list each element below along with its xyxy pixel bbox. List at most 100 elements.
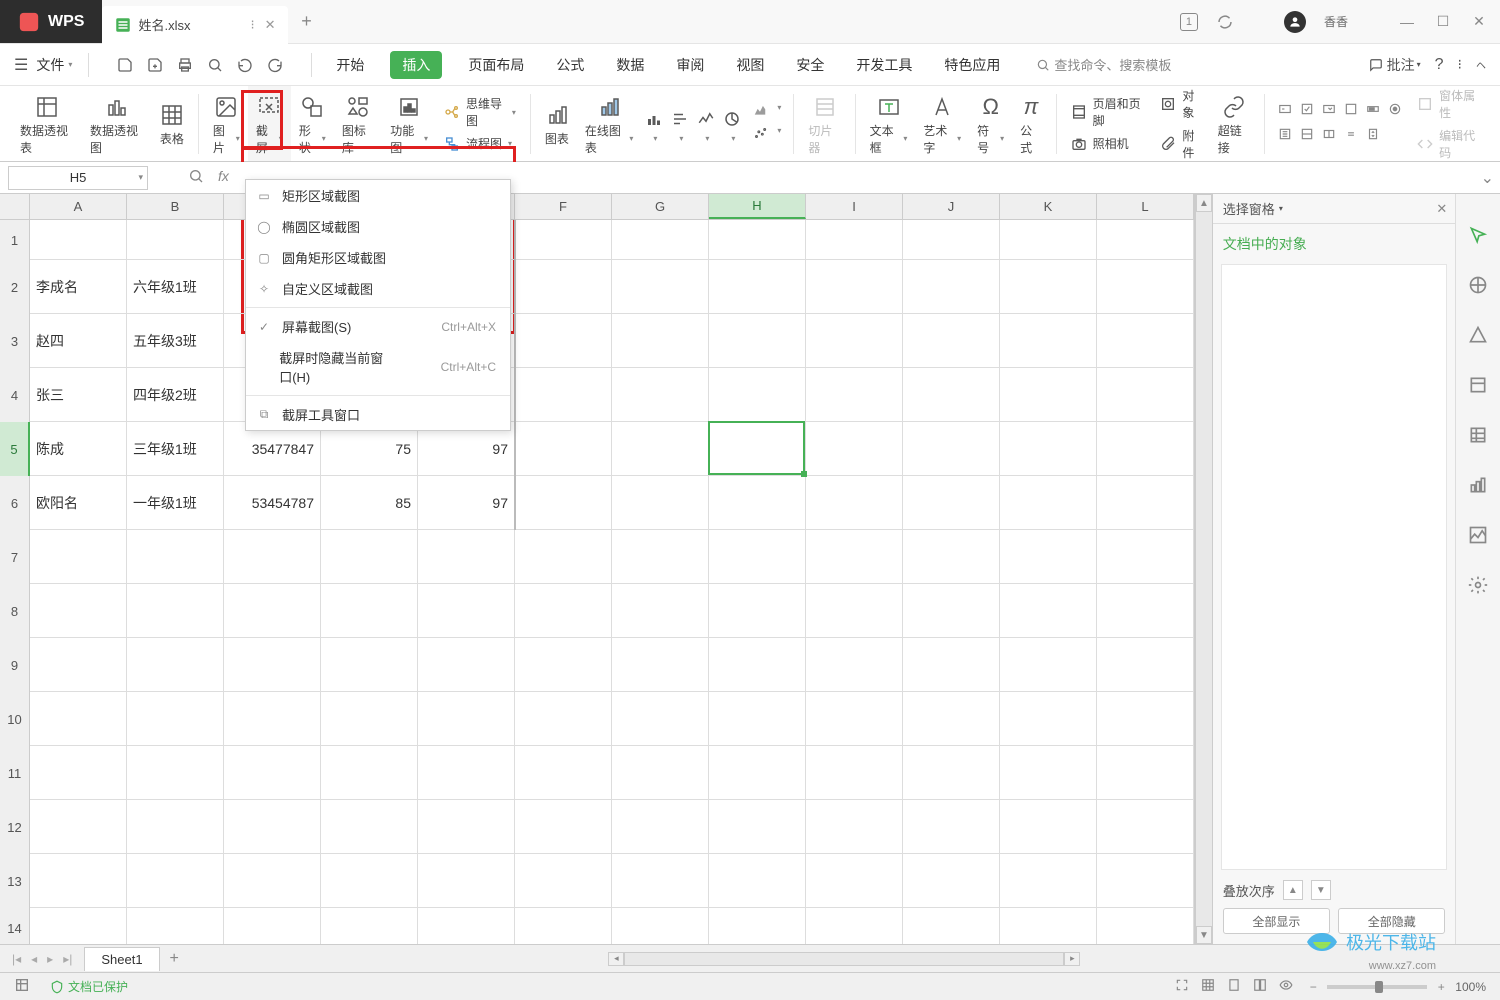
sheet-last-icon[interactable]: ▸| (59, 950, 76, 968)
cell-F9[interactable] (515, 638, 612, 692)
cell-I13[interactable] (806, 854, 903, 908)
cell-D12[interactable] (321, 800, 418, 854)
cell-F8[interactable] (515, 584, 612, 638)
cell-B11[interactable] (127, 746, 224, 800)
row-header-1[interactable]: 1 (0, 220, 30, 260)
cell-H14[interactable] (709, 908, 806, 944)
cell-K5[interactable] (1000, 422, 1097, 476)
cell-E6[interactable]: 97 (418, 476, 515, 530)
cell-L12[interactable] (1097, 800, 1194, 854)
row-header-6[interactable]: 6 (0, 476, 30, 530)
flowchart-button[interactable]: 流程图▾ (444, 135, 516, 152)
icon-library-button[interactable]: 图标库 (334, 86, 382, 161)
tab-view[interactable]: 视图 (730, 51, 770, 79)
cell-I1[interactable] (806, 220, 903, 260)
sparkline-area-button[interactable] (751, 103, 769, 122)
row-header-9[interactable]: 9 (0, 638, 30, 692)
pagebreak-view-icon[interactable] (1253, 978, 1267, 995)
cell-L11[interactable] (1097, 746, 1194, 800)
tab-menu-icon[interactable]: ⁝ (250, 17, 254, 33)
cell-I12[interactable] (806, 800, 903, 854)
row-header-5[interactable]: 5 (0, 422, 30, 476)
form-control-4[interactable] (1343, 102, 1359, 121)
cell-H11[interactable] (709, 746, 806, 800)
cell-H9[interactable] (709, 638, 806, 692)
row-header-11[interactable]: 11 (0, 746, 30, 800)
cell-C12[interactable] (224, 800, 321, 854)
data-tool-icon[interactable] (1467, 424, 1489, 446)
pivot-chart-button[interactable]: 数据透视图 (82, 86, 152, 161)
cell-G4[interactable] (612, 368, 709, 422)
camera-button[interactable]: 照相机 (1071, 135, 1145, 152)
file-menu[interactable]: 文件▾ (36, 55, 72, 75)
sheet-tab-1[interactable]: Sheet1 (84, 947, 159, 971)
cell-A11[interactable] (30, 746, 127, 800)
cell-I3[interactable] (806, 314, 903, 368)
zoom-formula-icon[interactable] (188, 168, 204, 187)
cell-B12[interactable] (127, 800, 224, 854)
cell-J2[interactable] (903, 260, 1000, 314)
close-pane-icon[interactable]: ✕ (1436, 201, 1447, 217)
cell-J8[interactable] (903, 584, 1000, 638)
cell-L4[interactable] (1097, 368, 1194, 422)
tab-devtools[interactable]: 开发工具 (850, 51, 918, 79)
col-header-A[interactable]: A (30, 194, 127, 219)
cell-L8[interactable] (1097, 584, 1194, 638)
function-icon[interactable]: fx (218, 168, 229, 187)
cell-K7[interactable] (1000, 530, 1097, 584)
cell-F1[interactable] (515, 220, 612, 260)
header-footer-button[interactable]: 页眉和页脚 (1071, 95, 1145, 129)
notification-icon[interactable]: 1 (1180, 13, 1198, 31)
cell-E7[interactable] (418, 530, 515, 584)
cell-I14[interactable] (806, 908, 903, 944)
shape-tool-icon[interactable] (1467, 324, 1489, 346)
cell-G8[interactable] (612, 584, 709, 638)
row-header-3[interactable]: 3 (0, 314, 30, 368)
wordart-button[interactable]: 艺术字▾ (915, 86, 969, 161)
cell-G5[interactable] (612, 422, 709, 476)
zoom-out-button[interactable]: − (1305, 980, 1321, 994)
cell-L13[interactable] (1097, 854, 1194, 908)
mi-ellipse-capture[interactable]: ◯椭圆区域截图 (246, 211, 510, 242)
row-header-7[interactable]: 7 (0, 530, 30, 584)
form-control-3[interactable] (1321, 102, 1337, 121)
print-icon[interactable] (175, 55, 195, 75)
col-header-J[interactable]: J (903, 194, 1000, 219)
cell-J1[interactable] (903, 220, 1000, 260)
row-header-13[interactable]: 13 (0, 854, 30, 908)
select-tool-icon[interactable] (1467, 224, 1489, 246)
cell-E10[interactable] (418, 692, 515, 746)
cell-A7[interactable] (30, 530, 127, 584)
cell-L3[interactable] (1097, 314, 1194, 368)
sparkline-bar-button[interactable]: ▾ (667, 86, 693, 161)
cell-E11[interactable] (418, 746, 515, 800)
cell-C8[interactable] (224, 584, 321, 638)
row-header-2[interactable]: 2 (0, 260, 30, 314)
cell-D7[interactable] (321, 530, 418, 584)
table-button[interactable]: 表格 (152, 86, 192, 161)
cell-F11[interactable] (515, 746, 612, 800)
cell-H4[interactable] (709, 368, 806, 422)
col-header-B[interactable]: B (127, 194, 224, 219)
cell-J7[interactable] (903, 530, 1000, 584)
hyperlink-button[interactable]: 超链接 (1210, 86, 1258, 161)
col-header-L[interactable]: L (1097, 194, 1194, 219)
cell-F7[interactable] (515, 530, 612, 584)
online-chart-button[interactable]: 在线图表▾ (577, 86, 642, 161)
cell-I9[interactable] (806, 638, 903, 692)
document-protected-label[interactable]: 文档已保护 (50, 978, 128, 995)
cell-I6[interactable] (806, 476, 903, 530)
cell-D9[interactable] (321, 638, 418, 692)
chart-button[interactable]: 图表 (537, 86, 577, 161)
close-window-icon[interactable]: ✕ (1470, 13, 1488, 30)
cell-J6[interactable] (903, 476, 1000, 530)
cell-J10[interactable] (903, 692, 1000, 746)
col-header-I[interactable]: I (806, 194, 903, 219)
cell-C6[interactable]: 53454787 (224, 476, 321, 530)
cell-D8[interactable] (321, 584, 418, 638)
cell-C11[interactable] (224, 746, 321, 800)
cell-L5[interactable] (1097, 422, 1194, 476)
sparkline-column-button[interactable]: ▾ (641, 86, 667, 161)
move-up-button[interactable]: ▲ (1283, 880, 1303, 900)
sheet-prev-icon[interactable]: ◂ (27, 950, 41, 968)
